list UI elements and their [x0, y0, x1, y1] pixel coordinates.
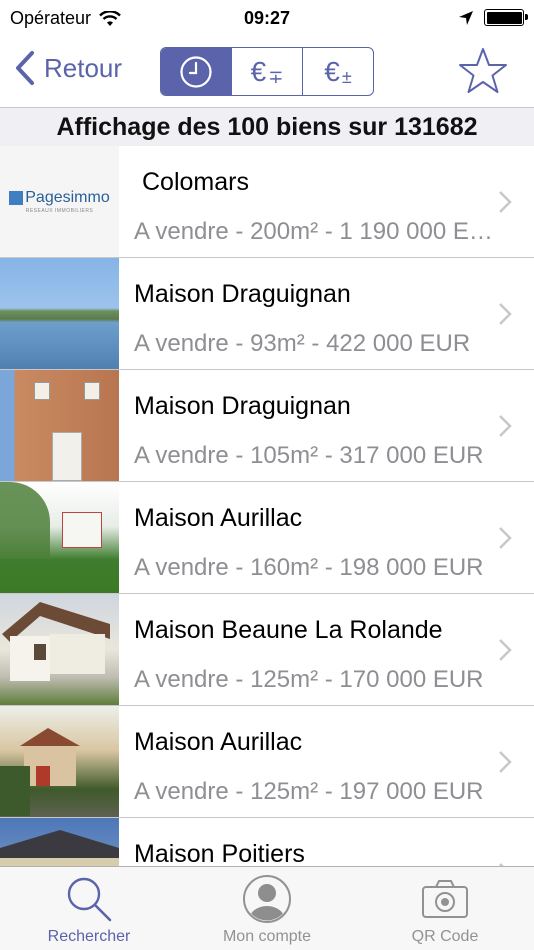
tab-search[interactable]: Rechercher	[0, 867, 178, 950]
listing-subtitle: A vendre - 93m² - 422 000 EUR	[134, 330, 471, 357]
list-item[interactable]: Maison Draguignan A vendre - 93m² - 422 …	[0, 258, 534, 370]
navigation-bar: Retour € ∓ € ±	[0, 38, 534, 108]
chevron-right-icon	[499, 191, 512, 213]
tab-search-label: Rechercher	[47, 928, 131, 945]
results-count-caption: Affichage des 100 biens sur 131682	[0, 108, 534, 146]
listing-title: Maison Beaune La Rolande	[134, 616, 443, 644]
back-button-label: Retour	[44, 52, 123, 83]
listings-list: Pagesimmo RESEAUX IMMOBILIERS Colomars A…	[0, 146, 534, 866]
listing-title: Maison Draguignan	[134, 392, 351, 420]
property-photo	[0, 370, 119, 481]
tab-account[interactable]: Mon compte	[178, 867, 356, 950]
list-item[interactable]: Maison Aurillac A vendre - 160m² - 198 0…	[0, 482, 534, 594]
clock-icon	[180, 55, 212, 88]
star-icon[interactable]	[458, 46, 508, 96]
battery-icon	[484, 9, 528, 26]
sort-price-desc-segment[interactable]: € ∓	[231, 48, 302, 95]
property-photo	[0, 706, 119, 817]
list-item[interactable]: Maison Draguignan A vendre - 105m² - 317…	[0, 370, 534, 482]
tab-bar: Rechercher Mon compte QR Code	[0, 866, 534, 950]
chevron-right-icon	[499, 527, 512, 549]
property-photo	[0, 482, 119, 593]
listing-subtitle: A vendre - 105m² - 317 000 EUR	[134, 442, 484, 469]
property-photo	[0, 818, 119, 866]
listing-subtitle: A vendre - 125m² - 170 000 EUR	[134, 666, 484, 693]
carrier-label: Opérateur	[10, 8, 92, 28]
search-icon	[67, 877, 112, 922]
status-right	[458, 9, 528, 26]
listing-title: Maison Poitiers	[134, 840, 305, 866]
property-photo	[0, 258, 119, 369]
chevron-left-icon	[16, 51, 34, 85]
listing-title: Maison Draguignan	[134, 280, 351, 308]
agency-logo: Pagesimmo RESEAUX IMMOBILIERS	[0, 146, 119, 257]
listing-title: Colomars	[142, 168, 249, 196]
camera-icon	[422, 880, 468, 918]
listing-title: Maison Aurillac	[134, 504, 303, 532]
euro-sort-desc-icon: € ∓	[250, 55, 284, 87]
location-arrow-icon	[459, 10, 473, 25]
account-icon	[243, 875, 291, 923]
listing-subtitle: A vendre - 160m² - 198 000 EUR	[134, 554, 484, 581]
sort-by-date-segment[interactable]	[161, 48, 231, 95]
carrier: Opérateur	[10, 8, 121, 29]
chevron-right-icon	[499, 303, 512, 325]
list-item[interactable]: Pagesimmo RESEAUX IMMOBILIERS Colomars A…	[0, 146, 534, 258]
wifi-icon	[99, 10, 121, 26]
euro-sort-asc-icon: € ±	[324, 55, 352, 87]
chevron-right-icon	[499, 415, 512, 437]
tab-qr-code-label: QR Code	[411, 928, 479, 945]
tab-account-label: Mon compte	[222, 928, 312, 945]
status-bar: Opérateur 09:27	[0, 0, 534, 38]
list-item[interactable]: Maison Poitiers	[0, 818, 534, 866]
sort-segmented-control: € ∓ € ±	[160, 47, 374, 96]
chevron-right-icon	[499, 639, 512, 661]
list-item[interactable]: Maison Beaune La Rolande A vendre - 125m…	[0, 594, 534, 706]
sort-price-asc-segment[interactable]: € ±	[302, 48, 373, 95]
listing-subtitle: A vendre - 125m² - 197 000 EUR	[134, 778, 484, 805]
tab-qr-code[interactable]: QR Code	[356, 867, 534, 950]
back-button[interactable]: Retour	[14, 50, 122, 86]
listing-subtitle: A vendre - 200m² - 1 190 000 EUR	[134, 218, 502, 245]
listing-title: Maison Aurillac	[134, 728, 303, 756]
chevron-right-icon	[499, 751, 512, 773]
list-item[interactable]: Maison Aurillac A vendre - 125m² - 197 0…	[0, 706, 534, 818]
property-photo	[0, 594, 119, 705]
